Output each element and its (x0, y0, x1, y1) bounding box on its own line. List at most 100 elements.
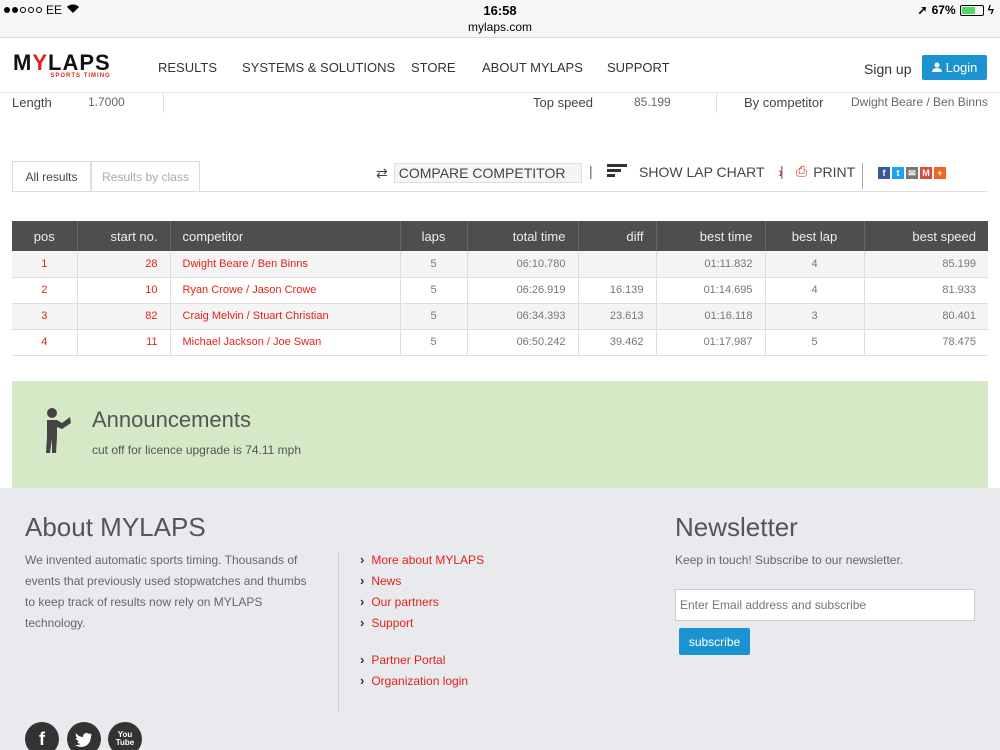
link-label: More about MYLAPS (371, 552, 485, 567)
cell-start-no[interactable]: 11 (77, 329, 171, 356)
newsletter-text: Keep in touch! Subscribe to our newslett… (675, 553, 904, 567)
table-row[interactable]: 2 10 Ryan Crowe / Jason Crowe 5 06:26.919 16.… (12, 277, 988, 304)
megaphone-person-icon (42, 407, 72, 460)
toolbar-separator: | (780, 163, 784, 179)
mylaps-logo[interactable]: MYLAPS SPORTS TIMING (13, 50, 111, 80)
cell-start-no[interactable]: 28 (77, 251, 171, 278)
more-share-icon[interactable]: + (934, 167, 946, 179)
announcement-text: cut off for licence upgrade is 74.11 mph (92, 443, 302, 457)
email-share-icon[interactable]: ✉ (906, 167, 918, 179)
cell-start-no[interactable]: 10 (77, 277, 171, 304)
footer-link-org-login[interactable]: › Organization login (360, 673, 468, 688)
nav-systems-solutions[interactable]: SYSTEMS & SOLUTIONS (242, 60, 395, 75)
table-row[interactable]: 3 82 Craig Melvin / Stuart Christian 5 06:34… (12, 303, 988, 330)
col-laps[interactable]: laps (400, 221, 468, 251)
login-label: Login (945, 60, 978, 75)
chevron-right-icon: › (360, 673, 365, 688)
location-arrow-icon: ➚ (917, 3, 928, 17)
share-buttons: f t ✉ M + (878, 167, 946, 179)
youtube-icon[interactable]: You Tube (108, 722, 142, 750)
cell-competitor[interactable]: Ryan Crowe / Jason Crowe (170, 277, 401, 304)
results-table: pos start no. competitor laps total time… (12, 221, 988, 356)
battery-icon (959, 4, 984, 16)
cell-best-time: 01:11.832 (656, 251, 766, 278)
chevron-right-icon: › (360, 652, 365, 667)
cell-best-speed: 85.199 (864, 251, 988, 278)
login-button[interactable]: Login (922, 55, 987, 80)
col-total-time[interactable]: total time (467, 221, 579, 251)
compare-competitor-button[interactable]: ⇄ COMPARE COMPETITOR (376, 163, 583, 183)
footer-link-news[interactable]: › News (360, 573, 401, 588)
site-footer: About MYLAPS We invented automatic sport… (0, 488, 1000, 750)
announcements-panel: Announcements cut off for licence upgrad… (12, 381, 988, 488)
charging-icon: ϟ (987, 3, 994, 17)
cell-competitor[interactable]: Dwight Beare / Ben Binns (170, 251, 401, 278)
url-bar[interactable]: mylaps.com (0, 20, 1000, 34)
cell-total-time: 06:26.919 (467, 277, 579, 304)
col-start-no[interactable]: start no. (77, 221, 171, 251)
show-lap-chart-button[interactable]: SHOW LAP CHART › (607, 163, 783, 180)
col-diff[interactable]: diff (578, 221, 657, 251)
battery-percent: 67% (931, 3, 956, 17)
chevron-right-icon: › (360, 615, 365, 630)
tab-all-results[interactable]: All results (12, 161, 91, 192)
swap-arrows-icon: ⇄ (376, 164, 388, 181)
cell-best-speed: 78.475 (864, 329, 988, 356)
main-nav: MYLAPS SPORTS TIMING RESULTS SYSTEMS & S… (0, 39, 1000, 93)
cell-competitor[interactable]: Michael Jackson / Joe Swan (170, 329, 401, 356)
top-speed-label: Top speed (533, 95, 593, 110)
tab-results-by-class[interactable]: Results by class (91, 161, 200, 192)
table-row[interactable]: 4 11 Michael Jackson / Joe Swan 5 06:50.242 3… (12, 329, 988, 356)
newsletter-email-input[interactable] (675, 589, 975, 621)
length-value: 1.7000 (88, 95, 125, 109)
nav-support[interactable]: SUPPORT (607, 60, 670, 75)
twitter-share-icon[interactable]: t (892, 167, 904, 179)
cell-pos[interactable]: 3 (12, 303, 78, 330)
print-button[interactable]: ⎙ PRINT (796, 163, 855, 180)
footer-link-partners[interactable]: › Our partners (360, 594, 439, 609)
cell-total-time: 06:50.242 (467, 329, 579, 356)
cell-pos[interactable]: 1 (12, 251, 78, 278)
cell-total-time: 06:34.393 (467, 303, 579, 330)
share-divider (862, 163, 863, 189)
logo-wordmark: MYLAPS (13, 50, 111, 75)
cell-pos[interactable]: 2 (12, 277, 78, 304)
col-best-speed[interactable]: best speed (864, 221, 988, 251)
cell-best-time: 01:17.987 (656, 329, 766, 356)
nav-results[interactable]: RESULTS (158, 60, 217, 75)
gmail-share-icon[interactable]: M (920, 167, 932, 179)
nav-about[interactable]: ABOUT MYLAPS (482, 60, 583, 75)
facebook-share-icon[interactable]: f (878, 167, 890, 179)
cell-best-lap: 5 (765, 329, 865, 356)
footer-divider (338, 552, 339, 712)
col-best-time[interactable]: best time (656, 221, 766, 251)
twitter-icon[interactable] (67, 722, 101, 750)
announcements-title: Announcements (92, 407, 251, 432)
cell-laps: 5 (400, 303, 468, 330)
cell-best-lap: 3 (765, 303, 865, 330)
cell-pos[interactable]: 4 (12, 329, 78, 356)
cell-competitor[interactable]: Craig Melvin / Stuart Christian (170, 303, 401, 330)
subscribe-button[interactable]: subscribe (679, 628, 750, 655)
signup-link[interactable]: Sign up (864, 61, 911, 77)
cell-start-no[interactable]: 82 (77, 303, 171, 330)
length-label: Length (12, 95, 52, 110)
link-label: Support (371, 615, 414, 630)
facebook-icon[interactable]: f (25, 722, 59, 750)
clock: 16:58 (483, 3, 517, 18)
chevron-right-icon: › (360, 552, 365, 567)
col-best-lap[interactable]: best lap (765, 221, 865, 251)
footer-link-partner-portal[interactable]: › Partner Portal (360, 652, 445, 667)
cell-diff: 39.462 (578, 329, 657, 356)
user-icon (931, 60, 942, 75)
cell-diff (578, 251, 657, 278)
nav-store[interactable]: STORE (411, 60, 456, 75)
col-pos[interactable]: pos (12, 221, 78, 251)
table-row[interactable]: 1 28 Dwight Beare / Ben Binns 5 06:10.780 01:… (12, 251, 988, 278)
cell-best-time: 01:16.118 (656, 303, 766, 330)
cell-best-speed: 80.401 (864, 303, 988, 330)
footer-link-support[interactable]: › Support (360, 615, 413, 630)
footer-link-more-about[interactable]: › More about MYLAPS (360, 552, 484, 567)
about-title: About MYLAPS (25, 512, 206, 542)
col-competitor[interactable]: competitor (170, 221, 401, 251)
